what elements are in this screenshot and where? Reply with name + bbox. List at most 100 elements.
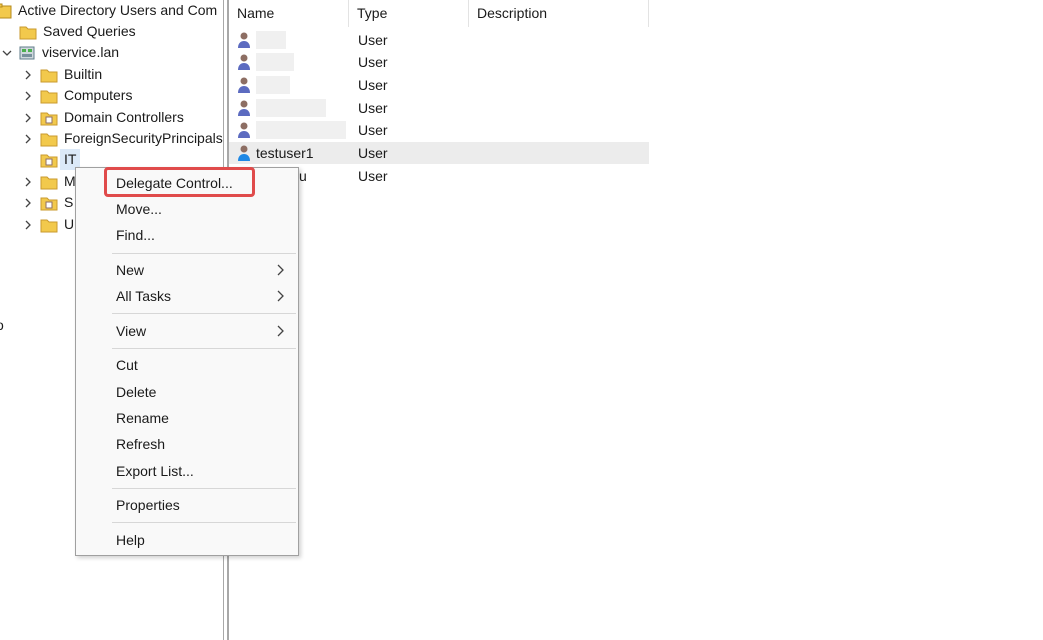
submenu-arrow-icon [277,264,284,276]
menu-item-export-list[interactable]: Export List... [76,458,298,484]
chevron-right-icon[interactable] [21,111,35,125]
folder-icon [40,174,58,190]
tree-item-builtin[interactable]: Builtin [21,64,102,85]
menu-item-label: Rename [116,410,169,426]
redacted-name [256,99,326,117]
table-row[interactable]: User [229,97,649,119]
tree-item-label: S [64,194,74,210]
redacted-name [256,53,294,71]
tree-item-label: Saved Queries [43,23,136,39]
table-row[interactable]: User [229,29,649,51]
chevron-right-icon[interactable] [21,175,35,189]
column-header-type[interactable]: Type [349,0,469,27]
chevron-right-icon[interactable] [21,132,35,146]
tree-item-label: Computers [64,87,133,103]
chevron-right-icon[interactable] [21,68,35,82]
menu-item-move[interactable]: Move... [76,196,298,222]
tree-item-label: Builtin [64,66,103,82]
tree-item-u[interactable]: U [21,214,74,235]
menu-item-cut[interactable]: Cut [76,352,298,378]
menu-item-find[interactable]: Find... [76,222,298,248]
tree-item-domain-controllers[interactable]: Domain Controllers [21,107,184,128]
cell-type: User [358,100,388,116]
cell-type: User [358,122,388,138]
menu-item-label: Export List... [116,463,194,479]
menu-item-label: All Tasks [116,288,171,304]
cell-name [229,121,349,139]
tree-root-item[interactable]: Active Directory Users and Com [0,0,217,21]
tree-item-computers[interactable]: Computers [21,85,132,106]
table-row[interactable]: User [229,74,649,96]
tree-cut-off-glyph: o [0,315,4,336]
menu-item-label: Refresh [116,436,166,452]
folder-icon [40,217,58,233]
menu-item-new[interactable]: New [76,257,298,283]
cell-name [229,53,349,71]
submenu-arrow-icon [277,325,284,337]
menu-item-label: Delete [116,384,157,400]
annotation-highlight-box [104,167,255,197]
redacted-name [256,31,286,49]
menu-item-refresh[interactable]: Refresh [76,431,298,457]
redacted-name [256,76,290,94]
user-icon [236,99,254,117]
menu-item-label: Properties [116,497,180,513]
cell-type: User [358,145,388,161]
cell-type: User [358,77,388,93]
tree-item-label: Domain Controllers [64,109,184,125]
cell-name: testuser1 [229,144,349,162]
menu-item-help[interactable]: Help [76,527,298,553]
column-header-description[interactable]: Description [469,0,649,27]
chevron-right-icon[interactable] [21,89,35,103]
ou-folder-icon [40,195,58,211]
redacted-name [256,121,346,139]
tree-item-label: viservice.lan [42,44,120,60]
menu-item-label: Help [116,532,145,548]
table-row[interactable]: User [229,119,649,141]
menu-item-label: Find... [116,227,155,243]
chevron-right-icon[interactable] [21,196,35,210]
table-row[interactable]: testuser1 User [229,142,649,164]
context-menu: Delegate Control... Move... Find... New … [75,167,299,556]
folder-icon [19,24,37,40]
tree-item-label: U [64,216,75,232]
menu-separator [112,313,296,314]
tree-item-domain[interactable]: viservice.lan [0,42,119,63]
menu-item-label: Cut [116,357,138,373]
cell-type: User [358,54,388,70]
user-icon [236,76,254,94]
side-glyph: o [0,315,4,336]
user-name: testuser1 [256,145,314,161]
tree-item-label: ForeignSecurityPrincipals [64,130,223,146]
menu-item-label: New [116,262,145,278]
cell-type: User [358,32,388,48]
list-header: Name Type Description [229,0,649,27]
menu-separator [112,522,296,523]
user-icon [236,31,254,49]
menu-item-properties[interactable]: Properties [76,492,298,518]
tree-item-m[interactable]: M [21,171,76,192]
tree-root-label: Active Directory Users and Com [18,2,218,18]
menu-item-rename[interactable]: Rename [76,405,298,431]
chevron-down-icon[interactable] [0,46,14,60]
menu-separator [112,348,296,349]
menu-item-label: View [116,323,147,339]
tree-item-saved-queries[interactable]: Saved Queries [19,21,136,42]
cell-name [229,76,349,94]
submenu-arrow-icon [277,290,284,302]
tree-item-foreign-security-principals[interactable]: ForeignSecurityPrincipals [21,128,223,149]
ad-console-icon [0,3,12,19]
chevron-right-icon[interactable] [21,218,35,232]
column-header-name[interactable]: Name [229,0,349,27]
menu-item-label: Move... [116,201,162,217]
tree-item-label: M [64,173,76,189]
folder-icon [40,67,58,83]
domain-icon [18,45,36,61]
table-row[interactable]: User [229,51,649,73]
menu-item-all-tasks[interactable]: All Tasks [76,283,298,309]
user-icon [236,144,254,162]
menu-separator [112,253,296,254]
menu-item-delete[interactable]: Delete [76,379,298,405]
tree-item-s[interactable]: S [21,192,73,213]
menu-item-view[interactable]: View [76,318,298,344]
